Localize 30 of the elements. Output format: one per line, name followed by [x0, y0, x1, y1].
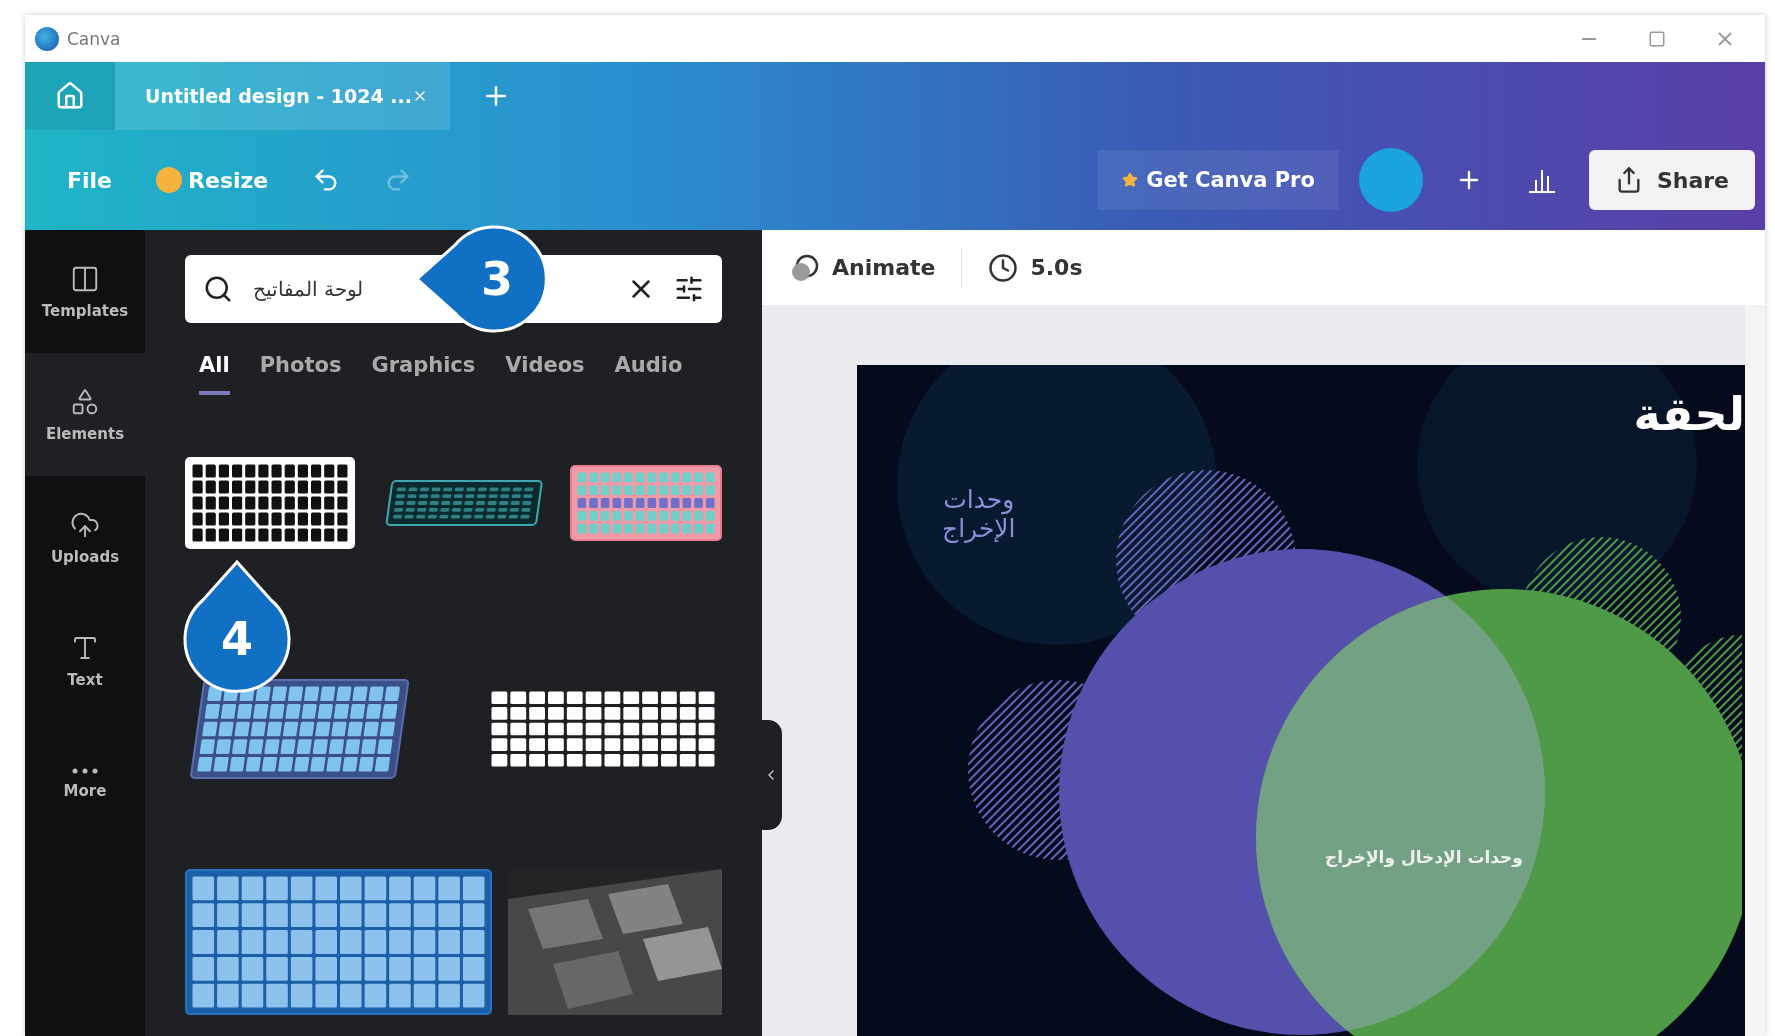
- filter-tab[interactable]: All: [199, 353, 230, 395]
- step-tooltip: 4: [181, 560, 293, 694]
- design-label: وحدات الإخراج: [942, 485, 1016, 543]
- clock-icon: [988, 252, 1019, 283]
- scrollbar[interactable]: [1745, 305, 1765, 1036]
- minimize-icon: [1582, 37, 1596, 40]
- sidebar-item[interactable]: Elements: [25, 353, 145, 476]
- design-title: لحقة: [1633, 387, 1745, 441]
- get-pro-button[interactable]: Get Canva Pro: [1098, 150, 1339, 210]
- venn-label: وحدات الإدخال والإخراج: [1325, 847, 1523, 867]
- search-icon: [203, 274, 233, 304]
- filter-tab[interactable]: Videos: [505, 353, 585, 395]
- canva-logo-icon: [35, 26, 59, 51]
- animate-button[interactable]: Animate: [784, 246, 942, 289]
- tab-label: Untitled design - 1024 ...: [145, 85, 412, 107]
- filter-tab[interactable]: Audio: [614, 353, 683, 395]
- more-icon: [72, 767, 98, 774]
- home-button[interactable]: [25, 62, 115, 130]
- filter-tab[interactable]: Photos: [259, 353, 342, 395]
- filter-tab[interactable]: Graphics: [371, 353, 476, 395]
- animate-icon: [790, 252, 820, 283]
- star-icon: [1122, 172, 1139, 188]
- home-icon: [55, 81, 85, 111]
- maximize-icon: [1648, 29, 1666, 48]
- share-button[interactable]: Share: [1588, 150, 1755, 210]
- window-title: Canva: [67, 28, 122, 49]
- shapes-icon: [70, 386, 100, 417]
- collapse-panel-button[interactable]: [760, 720, 782, 830]
- duration-button[interactable]: 5.0s: [982, 246, 1089, 289]
- filter-icon[interactable]: [674, 274, 704, 304]
